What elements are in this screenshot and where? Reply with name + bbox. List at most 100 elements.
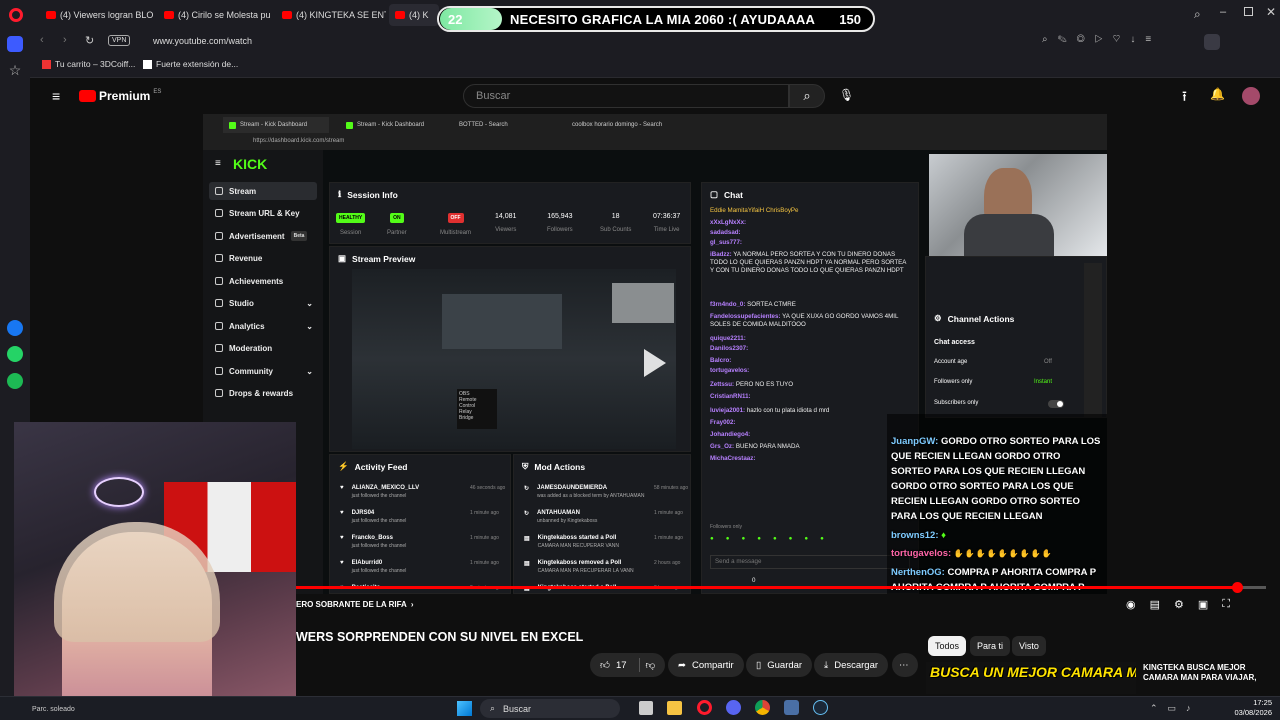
video-player[interactable]: Stream - Kick Dashboard Stream - Kick Da…: [203, 114, 1107, 594]
kick-url: https://dashboard.kick.com/stream: [253, 138, 345, 144]
notifications-icon[interactable]: 🔔: [1210, 87, 1225, 101]
share-button[interactable]: ➦ Compartir: [668, 653, 744, 677]
url-field[interactable]: www.youtube.com/watch: [153, 36, 252, 46]
messenger-icon[interactable]: [7, 320, 23, 336]
search-tabs-icon[interactable]: ⌕: [1194, 7, 1201, 22]
menu-icon[interactable]: ≡: [52, 88, 60, 104]
mod-row: ↻ JAMESDAUNDEMIERDA was added as a blocked…: [524, 485, 689, 499]
search-button[interactable]: ⌕: [789, 84, 825, 108]
opera-logo-icon[interactable]: [9, 8, 23, 22]
kick-nav-item: Advertisement Beta: [209, 227, 317, 245]
chat-text: SORTEA CTMRE: [747, 301, 796, 308]
maximize-icon[interactable]: [1244, 7, 1253, 16]
whatsapp-icon[interactable]: [7, 346, 23, 362]
search-icon: ⌕: [803, 88, 811, 103]
kick-nav-item: Revenue: [209, 249, 317, 267]
info-icon: ℹ: [338, 189, 342, 199]
youtube-icon: [164, 11, 174, 19]
chat-text: hazlo con tu plata idiota d mrd: [746, 407, 830, 414]
reload-icon[interactable]: ↻: [85, 34, 94, 47]
chat-username: CristianRN11:: [710, 393, 751, 400]
bookmark-favicon-icon: [143, 59, 152, 69]
download-button[interactable]: ⤓ Descargar: [814, 653, 889, 677]
kick-nav-stream: Stream: [209, 182, 317, 200]
bookmark-item[interactable]: Tu carrito – 3DCoiff...: [42, 59, 135, 69]
browser-tab[interactable]: (4) Cirilo se Molesta pu: [158, 4, 273, 26]
home-icon[interactable]: [7, 36, 23, 52]
miniplayer-icon[interactable]: ▣: [1198, 598, 1208, 611]
recommended-title[interactable]: KINGTEKA BUSCA MEJOR CAMARA MAN PARA VIA…: [1143, 663, 1256, 683]
clock-date[interactable]: 03/08/2026: [1228, 708, 1272, 717]
overlay-chat-line: JuanpGW: GORDO OTRO SORTEO PARA LOS QUE …: [891, 436, 1101, 522]
app-icon[interactable]: [784, 700, 799, 715]
close-window-icon[interactable]: ✕: [1266, 5, 1276, 19]
alert-number: 150: [839, 11, 861, 27]
discord-icon[interactable]: [726, 700, 741, 715]
microphone-icon[interactable]: 🎙: [839, 88, 854, 102]
chat-message: MichaCrestaaz:: [710, 455, 910, 463]
shield-icon: ⛨: [522, 461, 529, 471]
weather-widget[interactable]: Parc. soleado: [32, 706, 75, 713]
start-button[interactable]: [457, 701, 472, 716]
star-icon[interactable]: ☆: [7, 62, 23, 78]
bookmark-favicon-icon: [42, 59, 51, 69]
heart-icon: ♥: [340, 485, 344, 491]
clock-time[interactable]: 17:25: [1228, 698, 1272, 707]
chat-text: YA NORMAL PERO SORTEA Y CON TU DINERO DO…: [710, 251, 907, 274]
chat-message: luvieja2001: hazlo con tu plata idiota d…: [710, 407, 910, 415]
opera-taskbar-icon[interactable]: [697, 700, 712, 715]
chevron-down-icon: ⌄: [306, 321, 313, 331]
save-button[interactable]: ▯ Guardar: [746, 653, 813, 677]
progress-scrubber[interactable]: [1231, 582, 1243, 593]
steam-icon[interactable]: [813, 700, 828, 715]
settings-gear-icon[interactable]: ⚙: [1174, 598, 1184, 611]
upload-icon[interactable]: ⭱: [1182, 86, 1187, 110]
forward-icon[interactable]: ›: [63, 34, 67, 46]
stat-time-live: 07:36:37 Time Live: [653, 213, 681, 233]
subtitles-icon[interactable]: ▤: [1150, 598, 1160, 611]
bookmark-item[interactable]: Fuerte extensión de...: [143, 59, 238, 69]
chat-username: f3rn4ndo_0:: [710, 301, 746, 308]
minimize-icon[interactable]: –: [1220, 6, 1226, 18]
file-explorer-icon[interactable]: [667, 701, 682, 715]
chat-message: Balcro:: [710, 357, 910, 365]
search-input[interactable]: Buscar: [463, 84, 789, 108]
windows-taskbar: Parc. soleado ⌕ Buscar ⌃▭♪ 17:25 03/08/20…: [0, 696, 1280, 720]
like-button[interactable]: 👍︎ 17 👎︎: [590, 653, 666, 677]
fullscreen-icon[interactable]: ⛶: [1222, 598, 1230, 611]
chapter-label[interactable]: ERO SOBRANTE DE LA RIFA ›: [296, 600, 414, 609]
profile-icon[interactable]: [1204, 34, 1220, 50]
chip-all[interactable]: Todos: [928, 636, 967, 656]
tool-strip: [1084, 263, 1102, 417]
more-actions-button[interactable]: ⋯: [892, 653, 918, 677]
browser-tab[interactable]: (4) Viewers logran BLO: [40, 4, 155, 26]
chip-watched[interactable]: Visto: [1012, 636, 1046, 656]
bookmarks-bar: Tu carrito – 3DCoiff... Fuerte extensión…: [30, 54, 1280, 78]
youtube-logo[interactable]: Premium ES: [79, 89, 161, 103]
spotify-icon[interactable]: [7, 373, 23, 389]
recommended-thumbnail[interactable]: BUSCA UN MEJOR CAMARA MAN: [926, 662, 1136, 694]
browser-tab[interactable]: (4) KINGTEKA SE ENTERA: [276, 4, 386, 26]
kick-nav-item: Studio ⌄: [209, 294, 317, 312]
chat-username: luvieja2001:: [710, 407, 746, 414]
session-info-panel: ℹ Session Info HEALTHY Session ON Partner O…: [329, 182, 691, 244]
chrome-icon[interactable]: [755, 700, 770, 715]
autoplay-toggle-icon[interactable]: ◉: [1126, 598, 1136, 611]
chip-for-you[interactable]: Para ti: [970, 636, 1011, 656]
back-icon[interactable]: ‹: [40, 34, 44, 46]
kick-nav-item: Drops & rewards: [209, 384, 317, 402]
subscribers-only-toggle: [1048, 400, 1064, 408]
taskbar-search[interactable]: ⌕ Buscar: [480, 699, 620, 718]
vpn-badge[interactable]: VPN: [108, 35, 131, 46]
thumbs-down-icon[interactable]: 👎︎: [646, 659, 656, 671]
video-progress-bar[interactable]: [296, 582, 1266, 593]
preview-window: [442, 294, 562, 349]
toolbar-icons: ⌕✎◎▷♡↓≡: [1042, 34, 1162, 45]
chat-username: Grs_Oz:: [710, 443, 735, 450]
avatar[interactable]: [1242, 87, 1260, 105]
browser-tab-active[interactable]: (4) K: [389, 4, 439, 26]
youtube-icon: [282, 11, 292, 19]
link-icon: [215, 209, 223, 217]
bookmark-icon: ▯: [756, 659, 762, 671]
task-view-icon[interactable]: [639, 701, 653, 715]
